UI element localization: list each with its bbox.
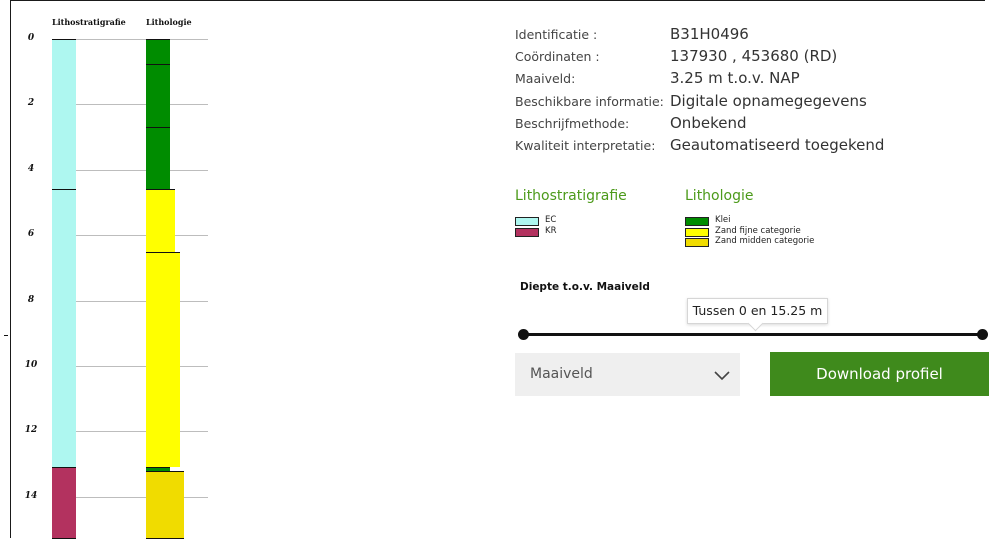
lithostratigrafie-column-title: Lithostratigrafie (52, 17, 126, 27)
lithologie-layer (146, 251, 180, 468)
lithostratigrafie-layer-ec (52, 39, 76, 190)
lithostratigrafie-boundary (52, 467, 76, 469)
depth-range-slider[interactable] (524, 333, 983, 336)
lithostratigrafie-layer-kr (52, 467, 76, 538)
info-value: Onbekend (670, 113, 747, 132)
depth-tick-label: 4 (27, 163, 35, 174)
lithologie-layer (146, 39, 170, 190)
legend-label: Klei (715, 215, 731, 225)
depth-tick-label: 0 (27, 33, 35, 43)
chevron-down-icon (714, 371, 730, 381)
lithologie-layer (146, 470, 184, 538)
legend-label: Zand fijne categorie (715, 225, 801, 236)
reference-level-select[interactable]: Maaiveld (515, 353, 740, 396)
legend-lithologie-title: Lithologie (685, 188, 754, 204)
slider-handle-max[interactable] (977, 329, 988, 340)
legend-swatch (515, 217, 539, 226)
info-value: 137930 , 453680 (RD) (670, 47, 838, 66)
lithologie-layer (146, 189, 175, 252)
lithostratigrafie-layer-ec-lower (52, 189, 76, 468)
info-label: Coördinaten : (515, 49, 600, 65)
depth-tick-label: 12 (24, 425, 38, 436)
info-value: 3.25 m t.o.v. NAP (670, 69, 800, 88)
legend-label: KR (545, 225, 557, 236)
lithologie-boundary (146, 189, 175, 191)
lithostratigrafie-boundary (52, 189, 76, 191)
info-label: Maaiveld: (515, 71, 576, 87)
lithologie-column-title: Lithologie (146, 17, 192, 27)
legend-swatch (685, 238, 709, 247)
info-value: Geautomatiseerd toegekend (670, 136, 885, 154)
info-label: Beschikbare informatie: (515, 93, 664, 109)
depth-tick-label: 8 (27, 294, 35, 305)
select-value: Maaiveld (530, 366, 593, 382)
lithostratigrafie-boundary (52, 39, 76, 40)
download-profile-button[interactable]: Download profiel (770, 352, 989, 396)
lithologie-sub-boundary (146, 63, 170, 65)
depth-tick-label: 14 (24, 490, 38, 501)
depth-tick-label: 6 (27, 229, 35, 240)
legend-label: Zand midden categorie (715, 236, 815, 246)
info-value: Digitale opnamegegevens (670, 91, 867, 110)
legend-swatch (685, 217, 709, 226)
info-value: B31H0496 (670, 25, 749, 43)
legend-label: EC (545, 215, 557, 225)
lithologie-sub-boundary (146, 127, 170, 129)
depth-range-tooltip: Tussen 0 en 15.25 m (687, 298, 828, 324)
depth-tick-label: 10 (24, 360, 38, 370)
depth-tick-label: 2 (27, 98, 35, 109)
info-label: Identificatie : (515, 27, 598, 42)
legend-swatch (685, 227, 709, 237)
lithologie-boundary (146, 470, 184, 472)
borehole-profile: Lithostratigrafie Lithologie 0 2 4 6 8 10 12 14 (0, 0, 500, 539)
lithologie-boundary (146, 467, 170, 469)
lithologie-boundary (146, 251, 180, 253)
info-label: Beschrijfmethode: (515, 115, 630, 131)
depth-filter-title: Diepte t.o.v. Maaiveld (520, 281, 650, 293)
legend-lithostratigrafie-title: Lithostratigrafie (515, 188, 627, 204)
info-label: Kwaliteit interpretatie: (515, 138, 656, 153)
lithologie-boundary (146, 39, 170, 40)
slider-handle-min[interactable] (518, 329, 529, 340)
legend-swatch (515, 227, 539, 237)
